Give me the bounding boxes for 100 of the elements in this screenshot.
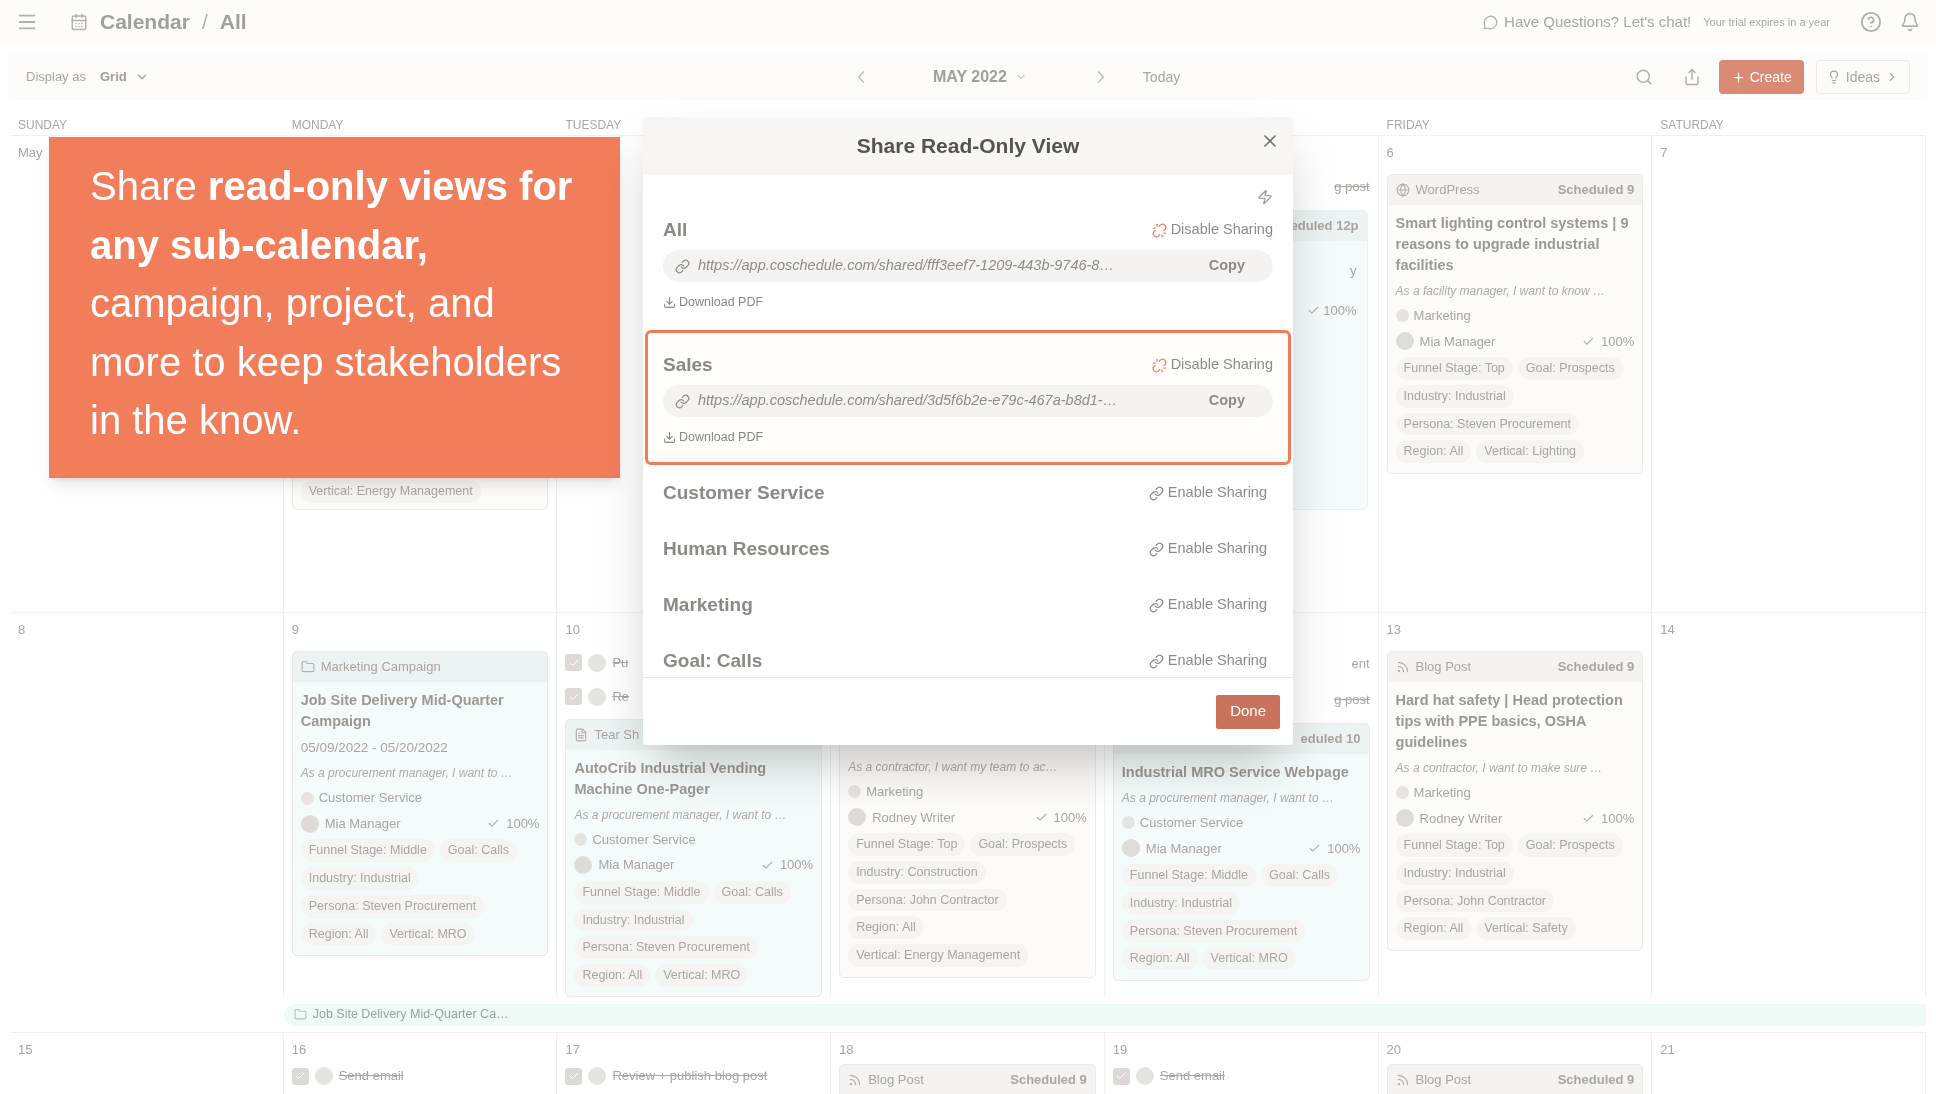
owner-name: Mia Manager xyxy=(324,814,402,833)
check-icon xyxy=(1115,1070,1128,1082)
day-number: 6 xyxy=(1386,144,1394,163)
day-number: 8 xyxy=(18,621,26,640)
progress-text: 100% xyxy=(779,856,814,875)
avatar xyxy=(314,1067,333,1085)
tag: Persona: John Contractor xyxy=(848,888,1007,912)
enable-sharing-button[interactable]: Enable Sharing xyxy=(1148,594,1267,616)
notifications-icon[interactable] xyxy=(1900,12,1920,32)
owner-name: Mia Manager xyxy=(1419,332,1497,351)
broken-link-icon xyxy=(1151,357,1167,373)
help-icon[interactable] xyxy=(1860,11,1882,33)
tag: Goal: Calls xyxy=(1261,864,1339,887)
share-url: https://app.coschedule.com/shared/fff3eef7-1209-443b-9746-8… xyxy=(698,256,1115,276)
content-type-label: Blog Post xyxy=(1415,1071,1472,1090)
done-button[interactable]: Done xyxy=(1216,694,1280,729)
enable-sharing-button[interactable]: Enable Sharing xyxy=(1148,538,1267,560)
tag: Goal: Prospects xyxy=(1517,357,1623,380)
display-label: Display as xyxy=(26,68,86,87)
content-card[interactable]: Blog Post Scheduled 9 xyxy=(1386,1064,1644,1094)
checkbox[interactable] xyxy=(291,1067,309,1085)
tag: Vertical: MRO xyxy=(381,922,475,946)
document-icon xyxy=(574,727,589,742)
today-button[interactable]: Today xyxy=(1142,66,1181,88)
chat-icon[interactable] xyxy=(1483,14,1499,30)
day-number: 10 xyxy=(565,621,580,640)
weekday-header: SATURDAY xyxy=(1660,118,1724,132)
link-icon xyxy=(1148,541,1164,557)
weekday-header: FRIDAY xyxy=(1386,118,1430,132)
content-card[interactable] xyxy=(1386,174,1644,474)
checkbox[interactable] xyxy=(565,654,583,672)
avatar xyxy=(1135,1067,1154,1085)
card-summary: As a facility manager, I want to know … xyxy=(1395,283,1606,300)
avatar xyxy=(1395,332,1414,351)
content-card[interactable] xyxy=(291,651,549,957)
avatar xyxy=(588,1067,607,1085)
content-card[interactable] xyxy=(1112,723,1370,981)
card-title: AutoCrib Industrial Vending Machine One-Pager xyxy=(574,758,768,799)
tag: Funnel Stage: Top xyxy=(848,833,966,856)
calendar-icon xyxy=(70,13,88,31)
campaign-title: Job Site Delivery Mid-Quarter Ca… xyxy=(312,1006,509,1024)
tag: Persona: John Contractor xyxy=(1395,889,1554,913)
checkbox[interactable] xyxy=(1112,1067,1130,1085)
tag: Goal: Calls xyxy=(713,880,791,904)
download-pdf-link[interactable]: Download PDF xyxy=(663,294,764,310)
day-number: 17 xyxy=(565,1041,580,1060)
team-name: Customer Service xyxy=(1139,814,1244,832)
task-text: Re xyxy=(612,688,630,707)
checkbox[interactable] xyxy=(565,1067,583,1085)
weekday-header: TUESDAY xyxy=(565,118,622,132)
tag: Industry: Industrial xyxy=(574,908,693,932)
calendar-name: Sales xyxy=(663,352,713,377)
month-dropdown[interactable]: MAY 2022 xyxy=(933,65,1027,89)
card-title: Smart lighting control systems | 9 reasons to upgrade industrial facilities xyxy=(1395,214,1630,275)
checkbox[interactable] xyxy=(565,688,583,706)
tag: Region: All xyxy=(300,922,377,946)
disable-sharing-button[interactable]: Disable Sharing xyxy=(1151,219,1273,241)
content-type-label: Tear Sh xyxy=(594,726,640,745)
status-label: eduled 10 xyxy=(1300,730,1361,749)
tag: Persona: Steven Procurement xyxy=(574,936,758,960)
campaign-bar[interactable]: Job Site Delivery Mid-Quarter Ca… xyxy=(283,1003,1926,1026)
copy-button[interactable]: Copy xyxy=(1208,255,1245,277)
avatar xyxy=(1395,809,1414,828)
create-button[interactable]: Create xyxy=(1718,60,1804,94)
ideas-button[interactable]: Ideas xyxy=(1815,60,1910,94)
day-number: 9 xyxy=(291,621,299,640)
globe-icon xyxy=(1395,183,1410,197)
tag: Funnel Stage: Top xyxy=(1395,357,1513,380)
calendar-name: All xyxy=(663,217,688,242)
task-text: ent xyxy=(1351,655,1370,674)
callout-text: Share read-only views for any sub-calendar, campaign, project, and more to keep stakeholders in the know. xyxy=(90,163,574,444)
content-card[interactable] xyxy=(565,718,823,997)
enable-sharing-button[interactable]: Enable Sharing xyxy=(1148,650,1267,672)
progress-text: 100% xyxy=(506,814,540,833)
tag: Persona: Steven Procurement xyxy=(300,894,485,918)
day-number: 20 xyxy=(1386,1041,1402,1060)
share-link-field[interactable]: https://app.coschedule.com/shared/fff3eef7-1209-443b-9746-8… Copy xyxy=(663,250,1273,282)
progress-text: 100% xyxy=(1323,301,1357,320)
view-dropdown[interactable]: Grid xyxy=(99,67,149,87)
tag: Persona: Steven Procurement xyxy=(1121,919,1306,943)
content-card[interactable] xyxy=(1386,651,1644,951)
day-number: 21 xyxy=(1660,1041,1675,1060)
link-icon xyxy=(675,393,690,409)
disable-sharing-button[interactable]: Disable Sharing xyxy=(1151,354,1273,376)
share-icon[interactable] xyxy=(1682,68,1701,86)
progress-text: 100% xyxy=(1327,839,1361,858)
chat-link[interactable]: Have Questions? Let's chat! xyxy=(1504,10,1692,34)
content-card[interactable]: Blog Post Scheduled 9 xyxy=(839,1064,1096,1094)
enable-sharing-button[interactable]: Enable Sharing xyxy=(1148,482,1267,504)
breadcrumb-separator: / xyxy=(201,9,208,36)
tag: Funnel Stage: Middle xyxy=(1121,864,1256,887)
breadcrumb-item[interactable]: All xyxy=(219,6,247,38)
tag: Vertical: Energy Management xyxy=(848,944,1029,967)
download-pdf-link[interactable]: Download PDF xyxy=(663,429,764,445)
share-link-field[interactable]: https://app.coschedule.com/shared/3d5f6b2e-e79c-467a-b8d1-… Copy xyxy=(663,385,1273,417)
search-icon[interactable] xyxy=(1634,68,1653,86)
lightning-icon[interactable] xyxy=(1257,189,1273,205)
weekday-header: SUNDAY xyxy=(18,118,68,132)
content-type-label: WordPress xyxy=(1415,181,1480,200)
copy-button[interactable]: Copy xyxy=(1208,390,1245,412)
